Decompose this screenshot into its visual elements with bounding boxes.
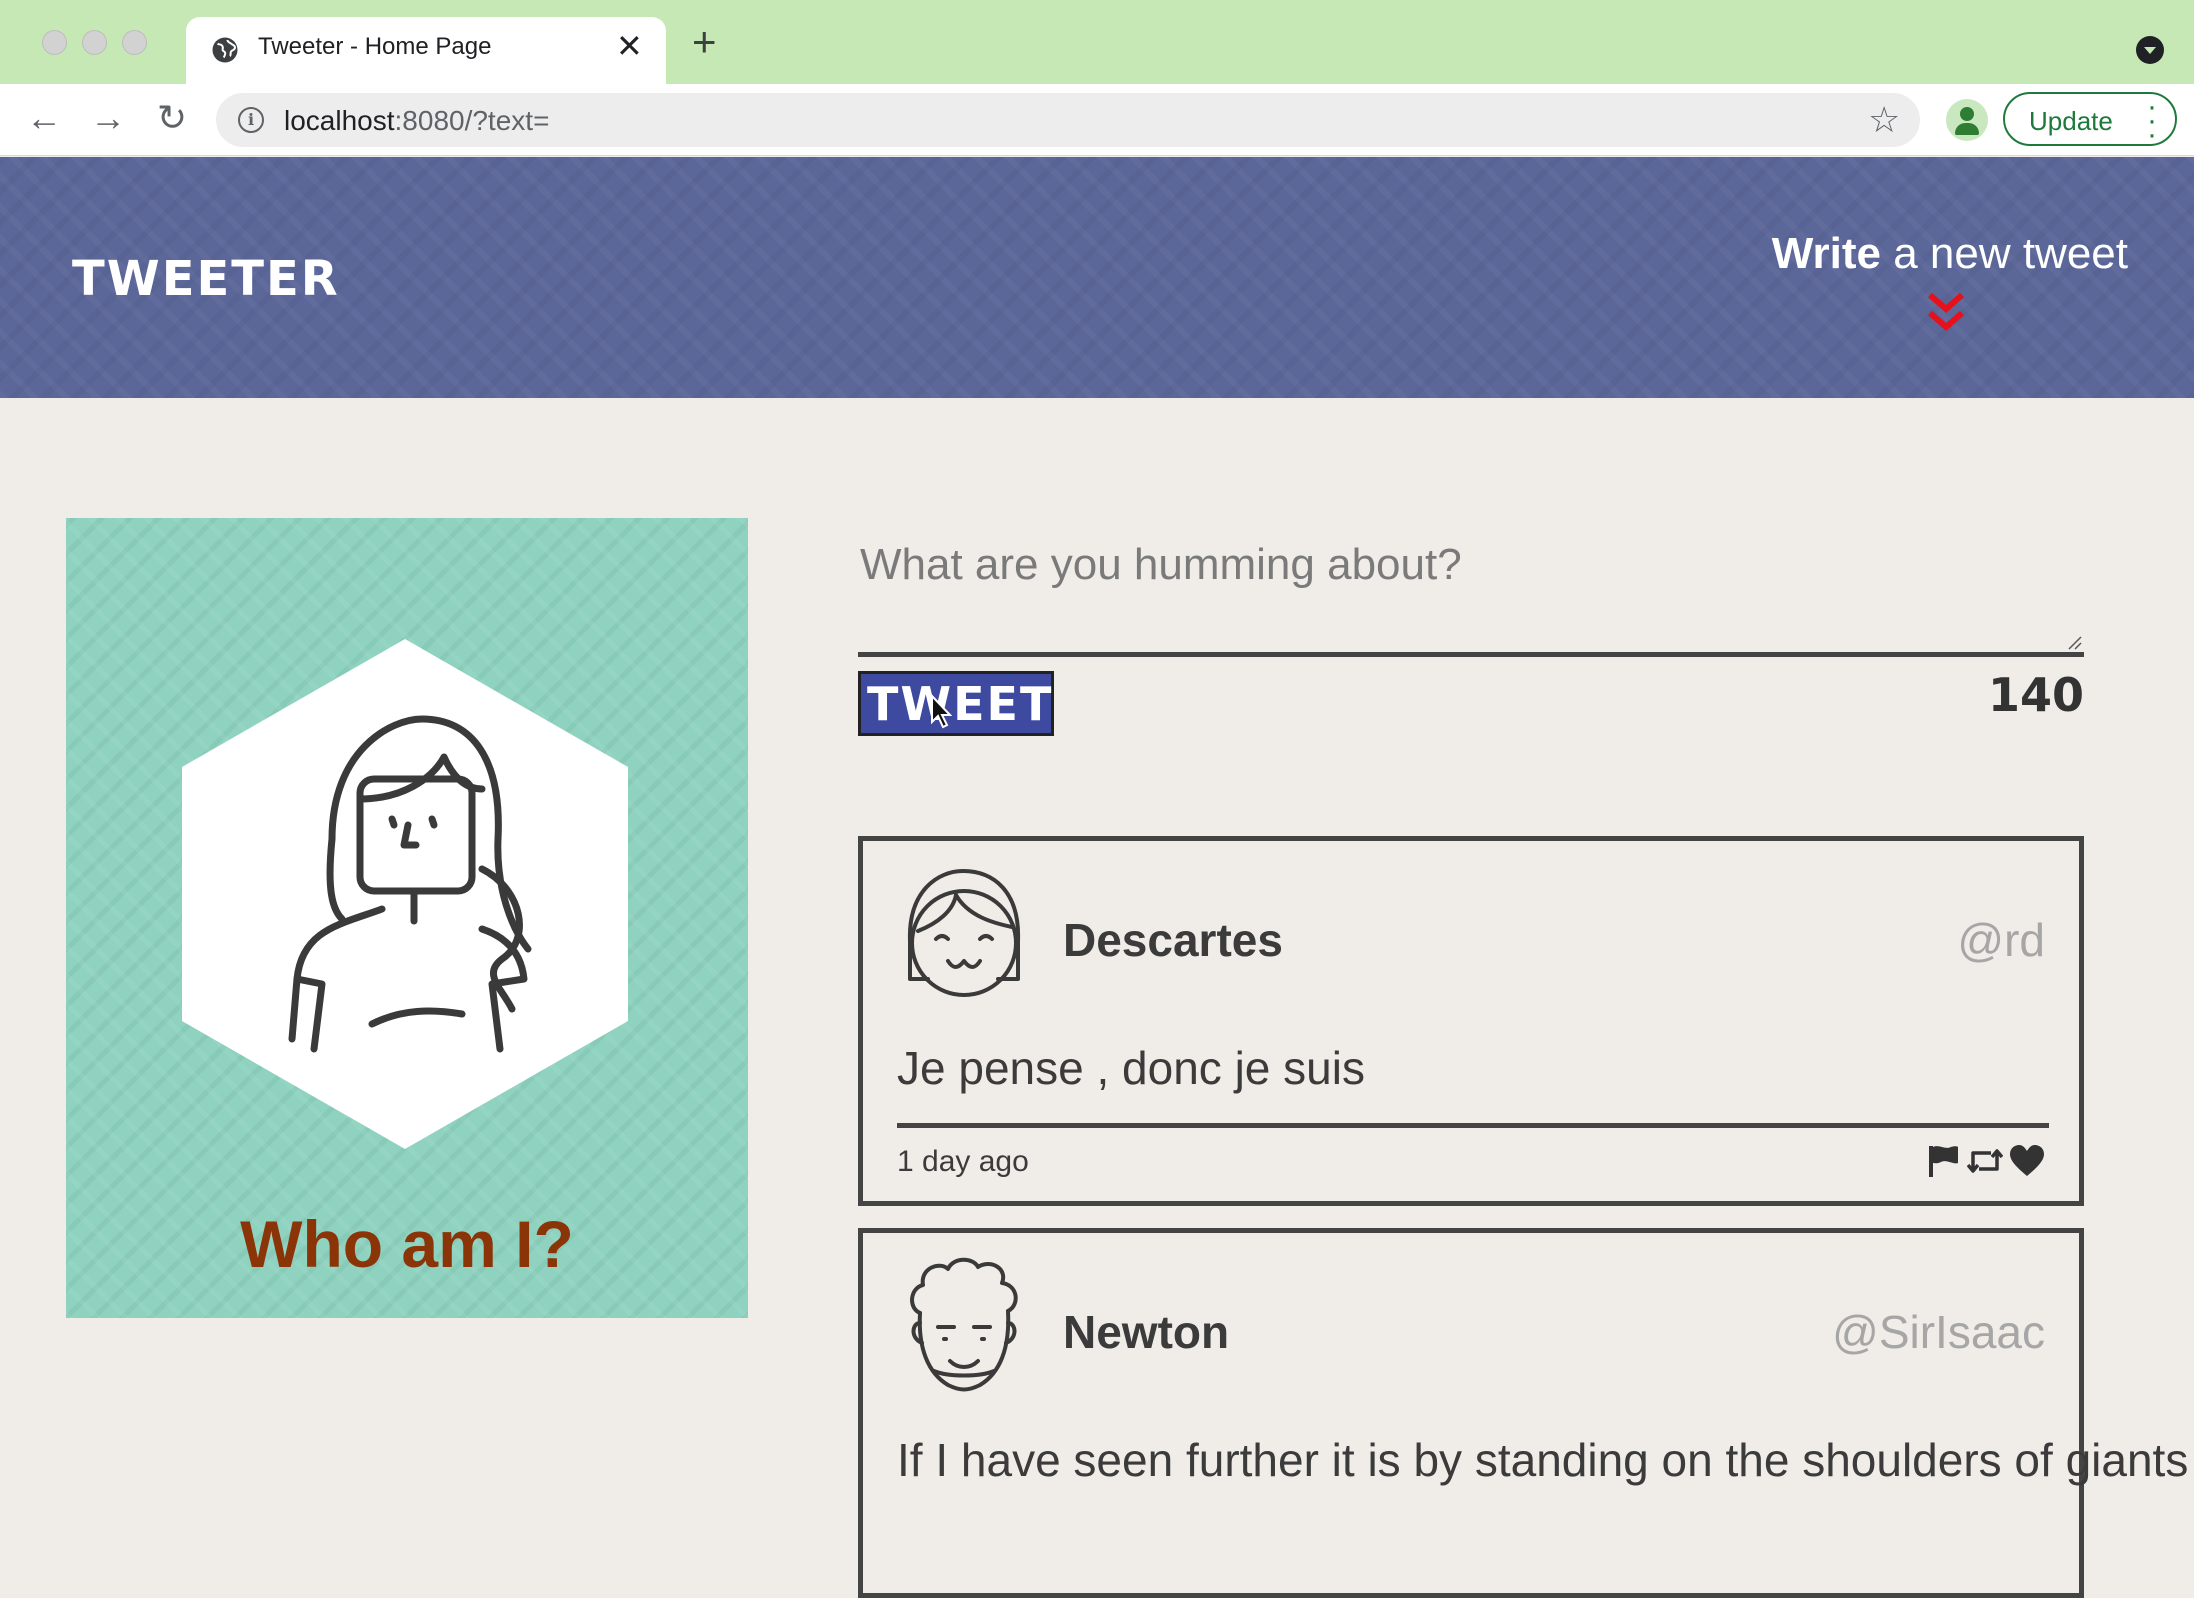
browser-tab[interactable]: Tweeter - Home Page ✕ — [186, 17, 666, 84]
tweet-author-handle[interactable]: @SirIsaac — [1832, 1305, 2045, 1359]
retweet-icon[interactable] — [1967, 1143, 2003, 1179]
more-vert-icon[interactable]: · · · — [2147, 92, 2157, 150]
flag-icon[interactable] — [1925, 1143, 1961, 1179]
info-icon[interactable]: i — [238, 107, 264, 133]
profile-card: Who am I? — [66, 518, 748, 1318]
update-button[interactable]: Update · · · — [2003, 92, 2177, 150]
tweet-card: Descartes @rd Je pense , donc je suis 1 … — [858, 836, 2084, 1206]
avatar — [907, 869, 1021, 997]
tweet-timestamp: 1 day ago — [897, 1145, 1029, 1178]
close-window-button[interactable] — [42, 30, 67, 55]
tweet-input[interactable] — [858, 538, 2088, 656]
url-text[interactable]: localhost:8080/?text= — [284, 105, 549, 137]
brand-logo[interactable]: TWEETER — [72, 251, 340, 307]
tweet-author-handle[interactable]: @rd — [1957, 913, 2045, 967]
reload-icon[interactable]: ↻ — [152, 98, 192, 138]
profile-caption: Who am I? — [240, 1207, 574, 1281]
compose-rest: a new tweet — [1880, 229, 2128, 278]
tweet-button[interactable]: TWEET — [858, 671, 1054, 736]
char-counter: 140 — [1987, 668, 2084, 722]
browser-tabstrip: Tweeter - Home Page ✕ + — [0, 0, 2194, 84]
profile-icon[interactable] — [1946, 99, 1988, 141]
tweet-divider — [897, 1123, 2049, 1128]
forward-arrow-icon[interactable]: → — [88, 98, 128, 138]
write-new-tweet-label: Write a new tweet — [1772, 229, 2128, 279]
double-chevron-down-icon[interactable] — [1926, 291, 1966, 333]
close-icon[interactable]: ✕ — [616, 27, 643, 65]
url-host: localhost — [284, 105, 395, 136]
resize-handle-icon[interactable] — [2066, 634, 2082, 650]
input-underline — [858, 652, 2084, 657]
tweet-text: Je pense , donc je suis — [897, 1042, 1365, 1094]
maximize-window-button[interactable] — [122, 30, 147, 55]
heart-icon[interactable] — [2009, 1143, 2045, 1179]
site-header: TWEETER Write a new tweet — [0, 157, 2194, 398]
tab-title: Tweeter - Home Page — [258, 33, 492, 60]
update-label: Update — [2029, 106, 2113, 136]
url-rest: :8080/?text= — [394, 105, 550, 136]
address-bar[interactable]: i localhost:8080/?text= ☆ — [216, 93, 1920, 147]
globe-icon — [212, 37, 238, 63]
star-icon[interactable]: ☆ — [1868, 99, 1900, 141]
tab-search-icon[interactable] — [2136, 36, 2164, 64]
minimize-window-button[interactable] — [82, 30, 107, 55]
write-new-tweet-toggle[interactable]: Write a new tweet — [1768, 229, 2128, 339]
tweet-actions — [1925, 1143, 2045, 1179]
tweet-author-name[interactable]: Descartes — [1063, 913, 1283, 967]
back-arrow-icon[interactable]: ← — [24, 98, 64, 138]
tweet-author-name[interactable]: Newton — [1063, 1305, 1229, 1359]
mouse-cursor-icon — [931, 694, 952, 729]
compose-strong: Write — [1771, 229, 1881, 278]
tweet-text: If I have seen further it is by standing… — [897, 1434, 2189, 1486]
browser-toolbar: ← → ↻ i localhost:8080/?text= ☆ Update ·… — [0, 84, 2194, 156]
avatar — [910, 1257, 1018, 1392]
plus-icon[interactable]: + — [692, 21, 717, 63]
profile-avatar — [182, 639, 628, 1149]
tweet-card: Newton @SirIsaac If I have seen further … — [858, 1228, 2188, 1598]
